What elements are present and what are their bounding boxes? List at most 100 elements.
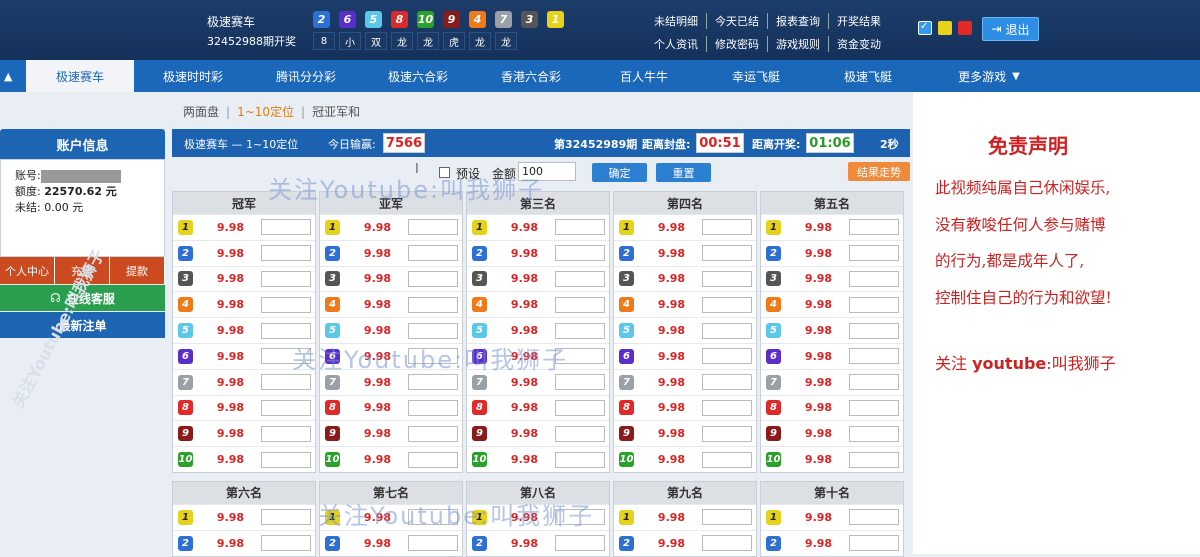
bet-amount-input[interactable] [849, 219, 899, 236]
bet-amount-input[interactable] [702, 219, 752, 236]
bet-row[interactable]: 2 9.98 [467, 529, 609, 556]
nav-tab[interactable]: 更多游戏 ▼ [924, 60, 1054, 92]
bet-amount-input[interactable] [261, 399, 311, 416]
bet-row[interactable]: 10 9.98 [173, 446, 315, 472]
bet-row[interactable]: 3 9.98 [761, 265, 903, 292]
bet-amount-input[interactable] [261, 509, 311, 526]
top-link[interactable]: 今天已结 [707, 13, 768, 29]
bet-row[interactable]: 8 9.98 [467, 394, 609, 421]
bet-amount-input[interactable] [702, 322, 752, 339]
theme-blue-checkbox[interactable]: ✓ [918, 21, 932, 35]
bet-row[interactable]: 10 9.98 [320, 446, 462, 472]
bet-row[interactable]: 9 9.98 [467, 420, 609, 446]
top-link[interactable]: 开奖结果 [829, 13, 889, 29]
bet-amount-input[interactable] [849, 348, 899, 365]
recent-bets-button[interactable]: 最新注单 [0, 312, 165, 338]
bet-row[interactable]: 2 9.98 [320, 529, 462, 556]
bet-row[interactable]: 9 9.98 [761, 420, 903, 446]
bet-row[interactable]: 10 9.98 [761, 446, 903, 472]
bet-amount-input[interactable] [261, 425, 311, 442]
bet-amount-input[interactable] [555, 270, 605, 287]
bet-row[interactable]: 6 9.98 [761, 342, 903, 369]
bet-amount-input[interactable] [702, 270, 752, 287]
top-link[interactable]: 未结明细 [654, 13, 707, 29]
bet-row[interactable]: 2 9.98 [173, 529, 315, 556]
bet-amount-input[interactable] [408, 535, 458, 552]
bet-row[interactable]: 7 9.98 [614, 368, 756, 395]
top-link[interactable]: 资金变动 [829, 36, 889, 52]
logout-button[interactable]: ⇥ 退出 [982, 17, 1039, 41]
nav-tab[interactable]: 极速飞艇 [812, 60, 924, 92]
bet-amount-input[interactable] [849, 245, 899, 262]
bet-amount-input[interactable] [849, 535, 899, 552]
nav-tab[interactable]: 极速六合彩 [362, 60, 474, 92]
bet-amount-input[interactable] [849, 374, 899, 391]
bet-amount-input[interactable] [261, 451, 311, 468]
bet-amount-input[interactable] [702, 245, 752, 262]
bet-row[interactable]: 4 9.98 [320, 291, 462, 317]
bet-amount-input[interactable] [702, 509, 752, 526]
bet-amount-input[interactable] [408, 425, 458, 442]
bet-amount-input[interactable] [702, 374, 752, 391]
bet-amount-input[interactable] [555, 322, 605, 339]
bet-row[interactable]: 7 9.98 [761, 368, 903, 395]
top-link[interactable]: 个人资讯 [654, 36, 707, 52]
top-link[interactable]: 游戏规则 [768, 36, 829, 52]
bet-amount-input[interactable] [408, 451, 458, 468]
bet-row[interactable]: 9 9.98 [614, 420, 756, 446]
bet-row[interactable]: 9 9.98 [173, 420, 315, 446]
nav-tab[interactable]: 香港六合彩 [474, 60, 588, 92]
subtab-two-sides[interactable]: 两面盘 [183, 105, 219, 119]
bet-row[interactable]: 2 9.98 [761, 239, 903, 266]
bet-amount-input[interactable] [555, 425, 605, 442]
bet-amount-input[interactable] [261, 535, 311, 552]
bet-row[interactable]: 1 9.98 [173, 214, 315, 240]
bet-row[interactable]: 10 9.98 [614, 446, 756, 472]
bet-row[interactable]: 3 9.98 [467, 265, 609, 292]
bet-amount-input[interactable] [261, 219, 311, 236]
nav-tab[interactable]: 幸运飞艇 [700, 60, 812, 92]
top-link[interactable]: 报表查询 [768, 13, 829, 29]
bet-row[interactable]: 3 9.98 [173, 265, 315, 292]
bet-amount-input[interactable] [261, 322, 311, 339]
bet-amount-input[interactable] [261, 270, 311, 287]
bet-row[interactable]: 1 9.98 [614, 214, 756, 240]
bet-row[interactable]: 2 9.98 [320, 239, 462, 266]
withdraw-button[interactable]: 提款 [110, 257, 165, 284]
bet-amount-input[interactable] [849, 425, 899, 442]
bet-amount-input[interactable] [849, 296, 899, 313]
result-trend-button[interactable]: 结果走势 [848, 162, 910, 181]
bet-amount-input[interactable] [702, 296, 752, 313]
bet-row[interactable]: 2 9.98 [761, 529, 903, 556]
personal-center-button[interactable]: 个人中心 [0, 257, 55, 284]
bet-amount-input[interactable] [849, 322, 899, 339]
bet-amount-input[interactable] [702, 535, 752, 552]
bet-amount-input[interactable] [702, 399, 752, 416]
bet-row[interactable]: 1 9.98 [614, 503, 756, 530]
theme-red-swatch[interactable] [958, 21, 972, 35]
bet-row[interactable]: 1 9.98 [320, 214, 462, 240]
bet-row[interactable]: 6 9.98 [614, 342, 756, 369]
bet-amount-input[interactable] [555, 296, 605, 313]
bet-amount-input[interactable] [702, 451, 752, 468]
nav-tab[interactable]: 极速赛车 [26, 60, 134, 92]
bet-amount-input[interactable] [555, 245, 605, 262]
bet-row[interactable]: 2 9.98 [614, 239, 756, 266]
bet-row[interactable]: 8 9.98 [614, 394, 756, 421]
bet-amount-input[interactable] [702, 425, 752, 442]
bet-row[interactable]: 1 9.98 [761, 214, 903, 240]
bet-amount-input[interactable] [408, 270, 458, 287]
bet-amount-input[interactable] [555, 451, 605, 468]
bet-amount-input[interactable] [408, 322, 458, 339]
bet-amount-input[interactable] [408, 399, 458, 416]
bet-amount-input[interactable] [408, 245, 458, 262]
bet-row[interactable]: 10 9.98 [467, 446, 609, 472]
bet-amount-input[interactable] [261, 245, 311, 262]
confirm-button[interactable]: 确定 [592, 163, 647, 182]
collapse-arrow-icon[interactable]: ▲ [4, 70, 12, 83]
bet-row[interactable]: 8 9.98 [320, 394, 462, 421]
bet-amount-input[interactable] [849, 399, 899, 416]
bet-row[interactable]: 1 9.98 [761, 503, 903, 530]
subtab-positions[interactable]: 1~10定位 [237, 105, 294, 119]
theme-yellow-swatch[interactable] [938, 21, 952, 35]
